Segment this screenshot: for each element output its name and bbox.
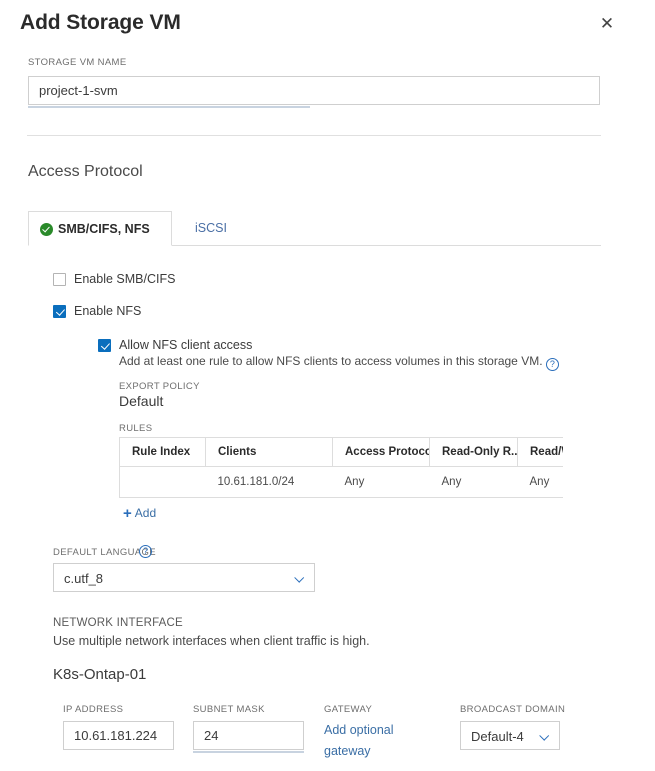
add-optional-gateway-link[interactable]: Add optional gateway [324, 720, 404, 762]
gateway-label: GATEWAY [324, 704, 372, 715]
check-circle-icon [40, 223, 53, 236]
chevron-down-icon [539, 730, 549, 740]
column-header-read-write-rule[interactable]: Read/Write Rule [518, 438, 564, 467]
cell-access-protocols: Any [333, 467, 430, 498]
chevron-down-icon [294, 572, 304, 582]
access-protocol-tabs: SMB/CIFS, NFS iSCSI [28, 211, 601, 246]
help-icon[interactable]: ? [546, 358, 559, 371]
column-header-rule-index[interactable]: Rule Index [120, 438, 206, 467]
help-icon[interactable]: ? [139, 545, 152, 558]
column-header-access-protocols[interactable]: Access Protocols [333, 438, 430, 467]
allow-nfs-client-access-label: Allow NFS client access [119, 338, 252, 352]
default-language-select[interactable]: c.utf_8 [53, 563, 315, 592]
add-rule-label: Add [135, 506, 156, 520]
dialog-header: Add Storage VM ✕ [0, 0, 655, 48]
allow-nfs-description: Add at least one rule to allow NFS clien… [119, 354, 543, 368]
subnet-mask-input[interactable] [193, 721, 304, 750]
network-interface-label: NETWORK INTERFACE [53, 617, 183, 629]
ip-address-label: IP ADDRESS [63, 704, 123, 715]
enable-nfs-checkbox[interactable] [53, 305, 66, 318]
rules-label: RULES [119, 423, 152, 434]
close-icon[interactable]: ✕ [597, 14, 617, 34]
cell-rule-index [120, 467, 206, 498]
subnet-mask-underline [193, 751, 304, 753]
subnet-mask-label: SUBNET MASK [193, 704, 265, 715]
enable-smb-cifs-checkbox[interactable] [53, 273, 66, 286]
broadcast-domain-select[interactable]: Default-4 [460, 721, 560, 750]
enable-smb-cifs-label: Enable SMB/CIFS [74, 272, 175, 286]
rules-table-container: Rule Index Clients Access Protocols Read… [119, 437, 563, 498]
plus-icon: + [123, 505, 132, 522]
tab-smb-cifs-nfs-label: SMB/CIFS, NFS [58, 222, 150, 236]
default-language-value: c.utf_8 [64, 571, 103, 586]
table-header-row: Rule Index Clients Access Protocols Read… [120, 438, 564, 467]
network-interface-description: Use multiple network interfaces when cli… [53, 634, 370, 648]
allow-nfs-client-access-checkbox[interactable] [98, 339, 111, 352]
page-title: Add Storage VM [20, 11, 181, 35]
section-divider [27, 135, 601, 136]
export-policy-label: EXPORT POLICY [119, 381, 200, 392]
cell-read-write-rule: Any [518, 467, 564, 498]
cell-clients: 10.61.181.0/24 [206, 467, 333, 498]
export-policy-value: Default [119, 393, 163, 409]
storage-vm-name-input[interactable] [28, 76, 600, 105]
column-header-read-only-rule[interactable]: Read-Only R... [430, 438, 518, 467]
add-rule-button[interactable]: +Add [123, 505, 156, 522]
node-name: K8s-Ontap-01 [53, 666, 146, 683]
tab-smb-cifs-nfs[interactable]: SMB/CIFS, NFS [28, 211, 172, 246]
allow-nfs-description-row: Add at least one rule to allow NFS clien… [119, 354, 559, 371]
access-protocol-heading: Access Protocol [28, 163, 143, 181]
tab-iscsi-label: iSCSI [195, 221, 227, 235]
enable-nfs-label: Enable NFS [74, 304, 141, 318]
rules-table: Rule Index Clients Access Protocols Read… [119, 437, 563, 498]
storage-vm-name-underline [28, 106, 310, 108]
table-row[interactable]: 10.61.181.0/24 Any Any Any Any [120, 467, 564, 498]
broadcast-domain-label: BROADCAST DOMAIN [460, 704, 565, 715]
column-header-clients[interactable]: Clients [206, 438, 333, 467]
ip-address-input[interactable] [63, 721, 174, 750]
storage-vm-name-label: STORAGE VM NAME [28, 57, 127, 68]
tab-iscsi[interactable]: iSCSI [195, 211, 227, 246]
broadcast-domain-value: Default-4 [471, 729, 524, 744]
cell-read-only-rule: Any [430, 467, 518, 498]
